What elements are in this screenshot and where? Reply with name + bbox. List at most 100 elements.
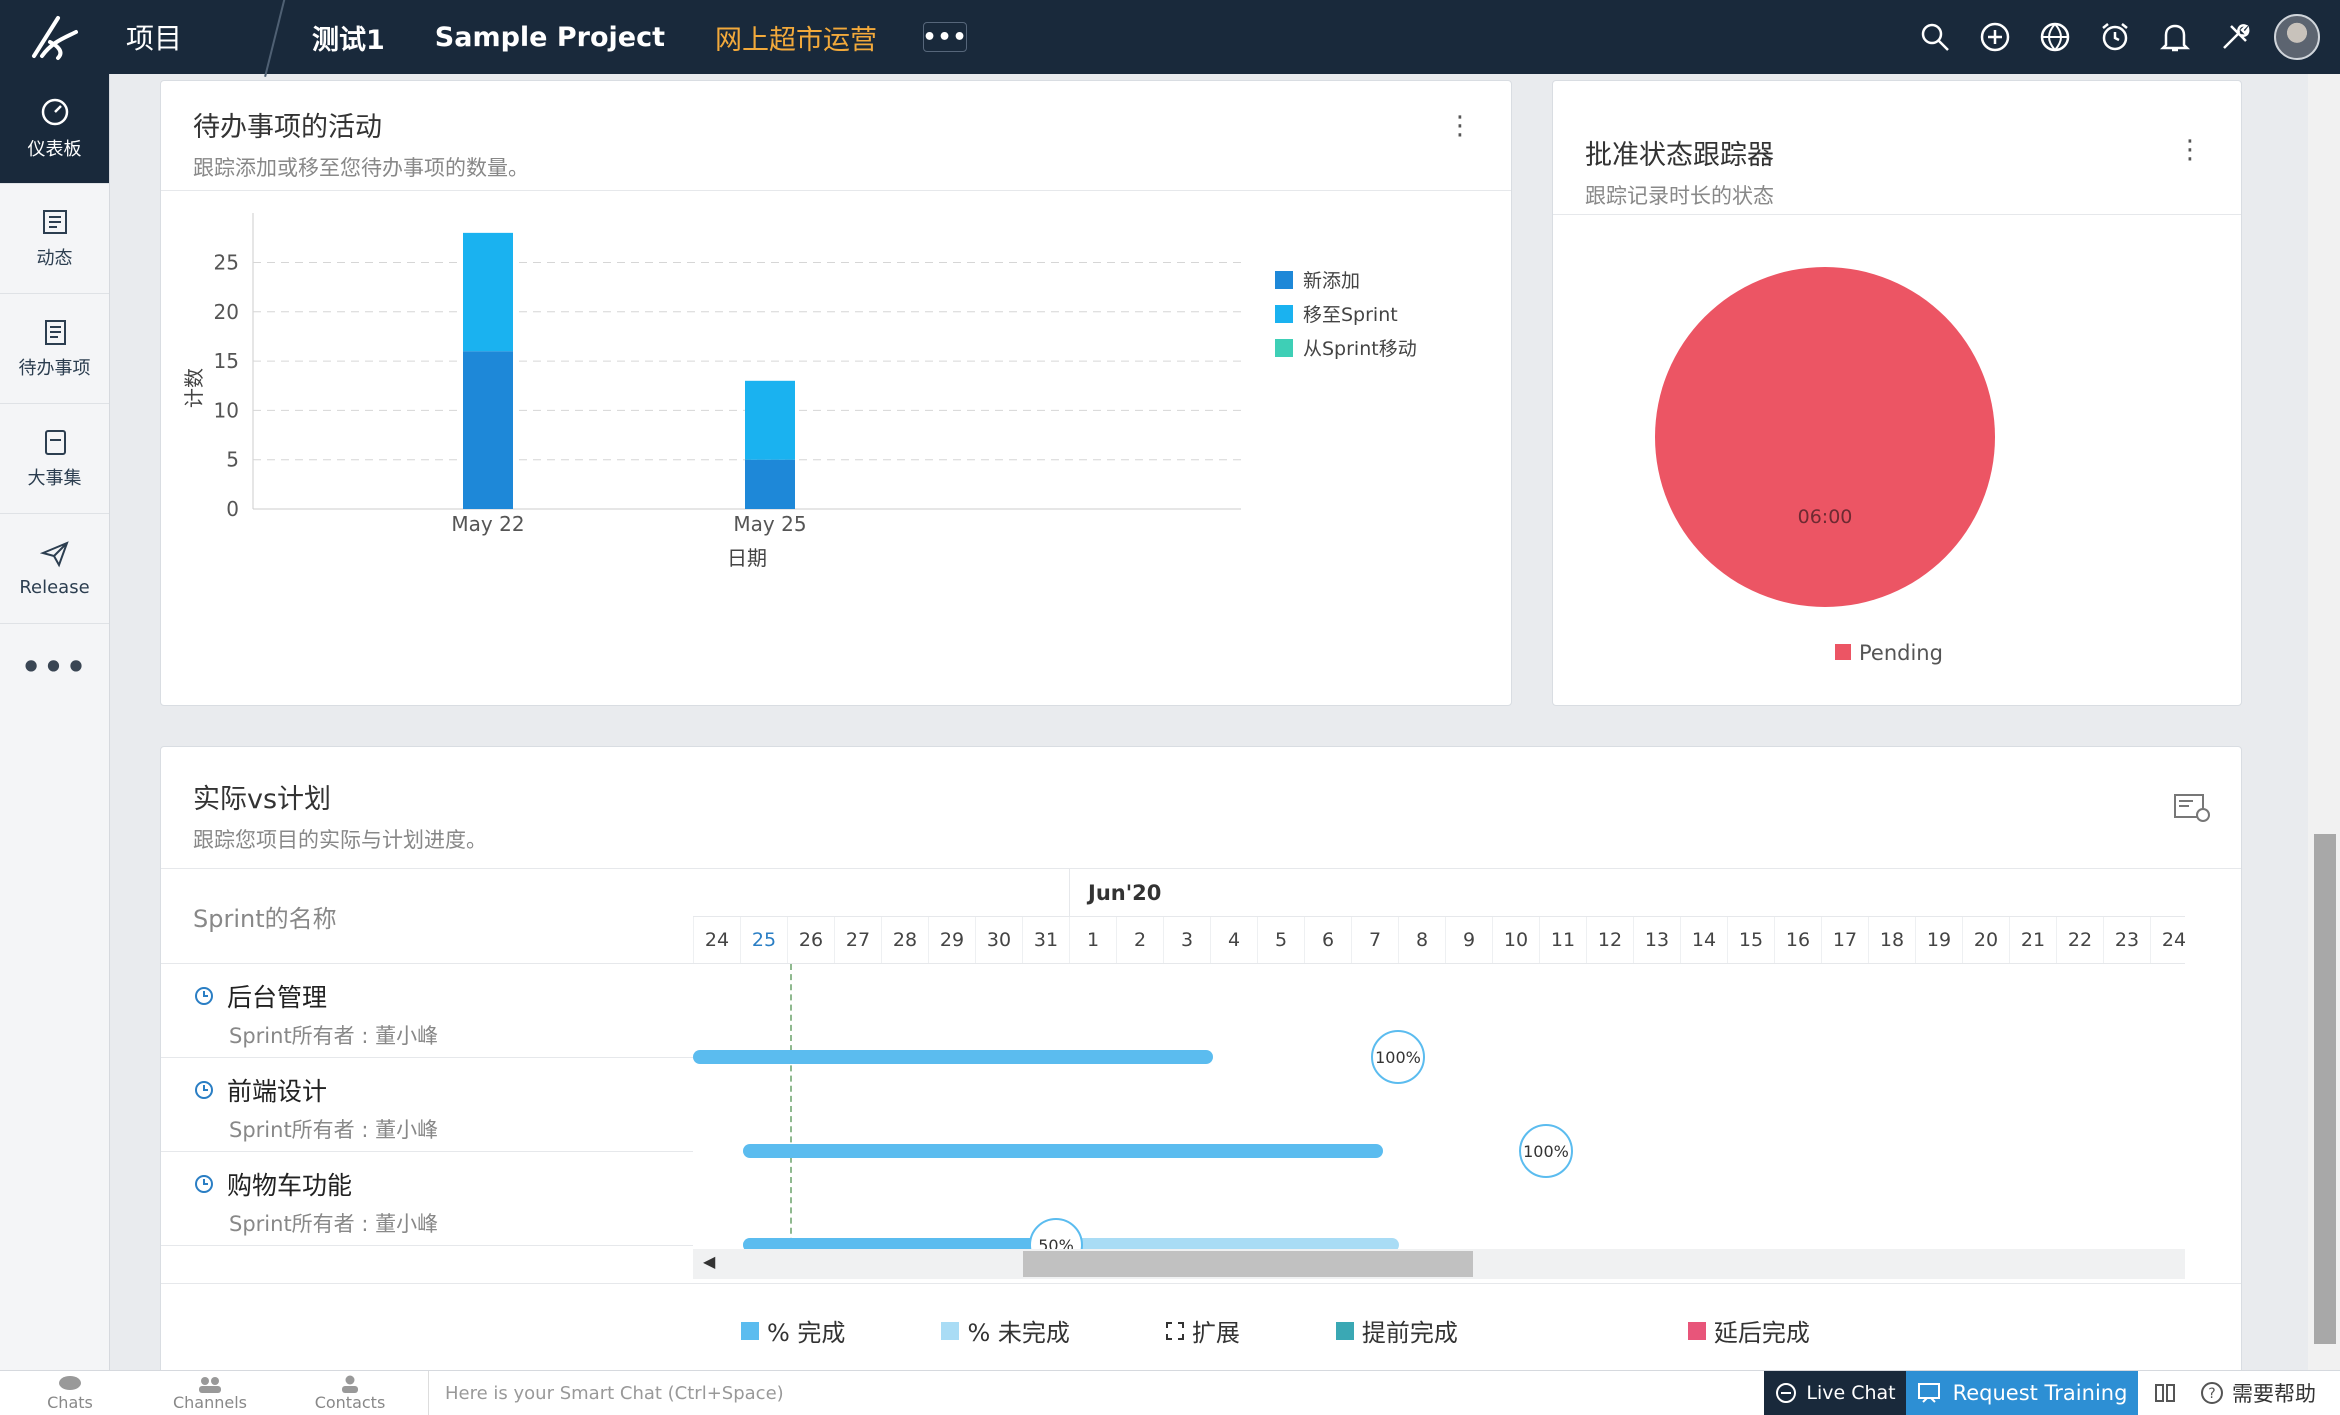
legend-item: 延后完成	[1687, 1313, 1810, 1348]
day-cell: 24	[2150, 917, 2185, 963]
feed-icon	[42, 209, 67, 234]
bell-icon[interactable]	[2154, 16, 2196, 58]
card-title: 批准状态跟踪器	[1585, 140, 1774, 171]
legend-item: % 未完成	[941, 1313, 1070, 1348]
bar-complete	[693, 1050, 1213, 1064]
y-tick-label: 5	[226, 448, 239, 472]
card-menu-icon[interactable]: ⋮	[2177, 137, 2203, 163]
svg-text:?: ?	[2208, 1386, 2215, 1402]
projects-menu[interactable]: 项目	[110, 0, 260, 74]
status-pie-chart: 06:00 Pending	[1655, 267, 1995, 665]
left-sidebar: 仪表板 动态 待办事项 大事集 Release •••	[0, 74, 110, 1374]
day-cell: 3	[1163, 917, 1210, 963]
breadcrumb-project[interactable]: Sample Project	[435, 22, 665, 53]
tools-icon[interactable]	[2214, 16, 2256, 58]
sidebar-item-feed[interactable]: 动态	[0, 184, 109, 294]
day-cell: 5	[1257, 917, 1304, 963]
legend-swatch	[1835, 644, 1851, 660]
bar-segment	[745, 380, 795, 460]
bar-complete	[743, 1144, 1383, 1158]
sprint-row[interactable]: 购物车功能 Sprint所有者 : 董小峰	[161, 1152, 693, 1246]
legend-item: % 完成	[741, 1313, 845, 1348]
sprint-name[interactable]: 购物车功能	[227, 1166, 352, 1202]
day-cell: 10	[1492, 917, 1539, 963]
day-cell: 12	[1586, 917, 1633, 963]
sidebar-item-label: 动态	[36, 247, 73, 269]
y-tick-label: 0	[226, 497, 239, 521]
percent-badge: 100%	[1371, 1030, 1425, 1084]
book-icon[interactable]	[2138, 1381, 2192, 1405]
legend-swatch	[1275, 339, 1293, 357]
scroll-thumb[interactable]	[2314, 834, 2336, 1344]
day-cell: 28	[881, 917, 928, 963]
search-icon[interactable]	[1914, 16, 1956, 58]
sprint-clock-icon	[195, 987, 213, 1005]
card-menu-icon[interactable]: ⋮	[1447, 113, 1473, 139]
sprint-name-column-header: Sprint的名称	[161, 869, 693, 964]
sprint-row[interactable]: 后台管理 Sprint所有者 : 董小峰	[161, 964, 693, 1058]
day-cell: 15	[1727, 917, 1774, 963]
y-tick-label: 20	[214, 300, 239, 324]
day-header: 24 25 26 27 28 29 30 31 1 2 3 4 5 6 7 8 9 10 11 12 13 14 15 16 1…	[693, 916, 2185, 964]
breadcrumb-portal[interactable]: 测试1	[312, 18, 385, 57]
app-logo-icon[interactable]	[0, 0, 110, 74]
user-avatar[interactable]	[2274, 14, 2320, 60]
card-header: 待办事项的活动 跟踪添加或移至您待办事项的数量。 ⋮	[161, 81, 1511, 191]
release-icon	[39, 541, 69, 568]
timeline-horizontal-scrollbar[interactable]: ◀	[693, 1249, 2185, 1279]
group-icon	[199, 1376, 221, 1393]
breadcrumb-current[interactable]: 网上超市运营	[715, 18, 877, 57]
x-axis-label: 日期	[727, 546, 767, 570]
training-icon	[1917, 1383, 1940, 1403]
help-button[interactable]: ? 需要帮助	[2192, 1378, 2316, 1408]
day-cell: 16	[1774, 917, 1821, 963]
backlog-icon	[44, 319, 66, 345]
request-training-button[interactable]: Request Training	[1906, 1370, 2138, 1415]
person-icon	[342, 1375, 358, 1393]
sprint-row[interactable]: 前端设计 Sprint所有者 : 董小峰	[161, 1058, 693, 1152]
day-cell: 17	[1821, 917, 1868, 963]
alarm-clock-icon[interactable]	[2094, 16, 2136, 58]
chats-tab[interactable]: Chats	[0, 1375, 140, 1412]
day-cell: 11	[1539, 917, 1586, 963]
y-tick-label: 15	[214, 349, 239, 373]
live-chat-button[interactable]: Live Chat	[1764, 1370, 1906, 1415]
smart-chat-input[interactable]: Here is your Smart Chat (Ctrl+Space)	[428, 1370, 1764, 1415]
add-icon[interactable]	[1974, 16, 2016, 58]
export-icon[interactable]	[2173, 791, 2211, 827]
channels-tab[interactable]: Channels	[140, 1375, 280, 1412]
sidebar-item-backlog[interactable]: 待办事项	[0, 294, 109, 404]
percent-badge: 100%	[1519, 1124, 1573, 1178]
sprint-owner: Sprint所有者 : 董小峰	[229, 1024, 439, 1048]
day-cell: 1	[1069, 917, 1116, 963]
epic-icon	[44, 429, 66, 455]
sidebar-item-label: 待办事项	[18, 357, 91, 379]
page-vertical-scrollbar[interactable]	[2308, 74, 2340, 1370]
contacts-tab[interactable]: Contacts	[280, 1375, 420, 1412]
day-cell: 2	[1116, 917, 1163, 963]
more-projects-button[interactable]: •••	[922, 22, 968, 52]
sidebar-item-epics[interactable]: 大事集	[0, 404, 109, 514]
scroll-thumb[interactable]	[1023, 1251, 1473, 1277]
y-axis-label: 计数	[182, 368, 206, 408]
y-tick-label: 25	[214, 250, 239, 274]
legend-label: 移至Sprint	[1303, 304, 1398, 326]
y-tick-label: 10	[214, 398, 239, 422]
sprint-clock-icon	[195, 1175, 213, 1193]
card-subtitle: 跟踪添加或移至您待办事项的数量。	[193, 156, 529, 180]
card-title: 待办事项的活动	[193, 112, 382, 143]
scroll-left-icon[interactable]: ◀	[703, 1252, 715, 1271]
sidebar-item-label: 大事集	[27, 467, 82, 489]
backlog-bar-chart: 0 5 10 15 20 25 May 22 May 25 日期 计数 新添加移至Sprint 从Sp…	[182, 213, 1417, 570]
sprint-name[interactable]: 前端设计	[227, 1072, 327, 1108]
sidebar-item-release[interactable]: Release	[0, 514, 109, 624]
day-cell: 22	[2056, 917, 2103, 963]
sidebar-item-dashboard[interactable]: 仪表板	[0, 74, 109, 184]
top-actions	[1914, 14, 2340, 60]
legend-swatch	[1275, 305, 1293, 323]
globe-icon[interactable]	[2034, 16, 2076, 58]
sidebar-more-button[interactable]: •••	[0, 624, 109, 710]
sprint-name[interactable]: 后台管理	[227, 978, 327, 1014]
card-title: 实际vs计划	[193, 784, 332, 815]
bar-segment	[463, 351, 513, 509]
